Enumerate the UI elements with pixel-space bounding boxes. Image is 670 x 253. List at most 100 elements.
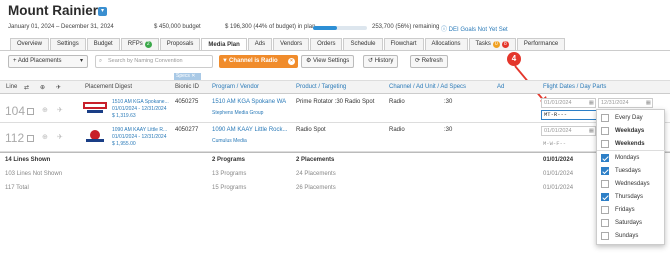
- search-input[interactable]: ⌕ Search by Naming Convention: [95, 55, 213, 68]
- tab-performance[interactable]: Performance: [516, 38, 566, 50]
- calendar-icon[interactable]: ▦: [646, 99, 652, 107]
- dayparts-option-saturdays[interactable]: Saturdays: [601, 219, 642, 227]
- placements-not-shown: 24 Placements: [296, 171, 336, 177]
- add-row-icon[interactable]: ⊕: [42, 106, 48, 114]
- col-bionic-id[interactable]: Bionic ID: [175, 84, 199, 90]
- vendor-name[interactable]: Stephens Media Group: [212, 110, 263, 116]
- calendar-icon[interactable]: ▦: [589, 99, 595, 107]
- view-settings-button[interactable]: ⚙ View Settings: [301, 55, 355, 68]
- dayparts-option-wednesdays[interactable]: Wednesdays: [601, 180, 650, 188]
- dayparts-value[interactable]: M-W-F--: [543, 140, 566, 147]
- programs-total: 15 Programs: [212, 185, 247, 191]
- tab-settings[interactable]: Settings: [50, 38, 86, 50]
- dayparts-option-thursdays[interactable]: Thursdays: [601, 193, 643, 201]
- col-placement-digest[interactable]: Placement Digest: [85, 84, 132, 90]
- add-placements-button[interactable]: + Add Placements ▾: [8, 55, 88, 68]
- plan-in-plan: $ 196,300 (44% of budget) in plan: [225, 24, 316, 30]
- caret-down-icon: ▾: [79, 58, 83, 64]
- col-channel-adunit-specs[interactable]: Channel / Ad Unit / Ad Specs: [389, 84, 466, 90]
- row-checkbox[interactable]: [27, 108, 34, 115]
- digest-amount: $ 1,319.63: [112, 113, 136, 119]
- digest-title[interactable]: 1090 AM KAAY Little R...: [112, 127, 167, 133]
- tab-budget[interactable]: Budget: [86, 38, 120, 50]
- digest-dates: 01/01/2024 - 12/31/2024: [112, 134, 167, 140]
- dayparts-option-tuesdays[interactable]: Tuesdays: [601, 167, 641, 175]
- view-settings-label: View Settings: [313, 58, 350, 64]
- dayparts-checkbox[interactable]: [601, 140, 609, 148]
- dayparts-checkbox[interactable]: [601, 154, 609, 162]
- program-name[interactable]: 1510 AM KGA Spokane WA: [212, 99, 286, 105]
- dayparts-option-mondays[interactable]: Mondays: [601, 154, 639, 162]
- tab-divider: [0, 50, 670, 51]
- plane-icon[interactable]: ✈: [57, 106, 63, 114]
- dayparts-checkbox[interactable]: [601, 219, 609, 227]
- dei-goals-label: DEI Goals Not Yet Set: [448, 27, 508, 33]
- refresh-button[interactable]: ⟳ Refresh: [410, 55, 448, 68]
- tab-label: Budget: [93, 41, 113, 47]
- tab-rfps[interactable]: RFPs 2: [120, 38, 159, 50]
- station-logo-icon: [83, 127, 107, 144]
- col-ad[interactable]: Ad: [497, 84, 504, 90]
- vendor-name[interactable]: Cumulus Media: [212, 138, 247, 144]
- dayparts-checkbox[interactable]: [601, 232, 609, 240]
- tab-label: Proposals: [166, 41, 194, 47]
- channel-value: Radio: [389, 127, 405, 133]
- dayparts-option-sundays[interactable]: Sundays: [601, 232, 638, 240]
- plane-icon[interactable]: ✈: [57, 133, 63, 141]
- specs-column-tag[interactable]: Specs ✕: [174, 73, 201, 80]
- calendar-icon[interactable]: ▦: [589, 127, 595, 135]
- program-name[interactable]: 1090 AM KAAY Little Rock...: [212, 127, 287, 133]
- channel-filter-button[interactable]: ▼ Channel is Radio ×: [219, 55, 298, 68]
- tab-orders[interactable]: Orders: [310, 38, 343, 50]
- flight-start-input[interactable]: 01/01/2024 ▦: [541, 126, 596, 136]
- tab-overview[interactable]: Overview: [10, 38, 50, 50]
- dayparts-option-weekends[interactable]: Weekends: [601, 140, 645, 148]
- specs-tag-label: Specs: [176, 73, 190, 79]
- dayparts-option-weekdays[interactable]: Weekdays: [601, 127, 644, 135]
- dayparts-checkbox[interactable]: [601, 193, 609, 201]
- col-product-targeting[interactable]: Product / Targeting: [296, 84, 346, 90]
- footer-divider: [0, 152, 670, 153]
- tab-label: Vendors: [280, 41, 303, 47]
- col-flight-dates[interactable]: Flight Dates / Day Parts: [543, 84, 606, 90]
- dayparts-checkbox[interactable]: [601, 206, 609, 214]
- dayparts-option-label: Weekdays: [615, 128, 645, 134]
- dei-goals-link[interactable]: ⓘ DEI Goals Not Yet Set: [441, 24, 508, 33]
- digest-title[interactable]: 1510 AM KGA Spokane...: [112, 99, 169, 105]
- flight-end-input[interactable]: 12/31/2024 ▦: [598, 98, 653, 108]
- dayparts-checkbox[interactable]: [601, 127, 609, 135]
- tab-allocations[interactable]: Allocations: [424, 38, 468, 50]
- dayparts-checkbox[interactable]: [601, 180, 609, 188]
- dayparts-checkbox[interactable]: [601, 167, 609, 175]
- tab-label: Ads: [254, 41, 266, 47]
- clear-filter-icon[interactable]: ×: [288, 58, 295, 65]
- title-dropdown-button[interactable]: ▾: [98, 7, 107, 16]
- dayparts-option-label: Mondays: [615, 155, 640, 161]
- dayparts-option-fridays[interactable]: Fridays: [601, 206, 635, 214]
- dayparts-input[interactable]: MT-R---: [541, 110, 597, 120]
- digest-amount: $ 1,955.00: [112, 141, 136, 147]
- tab-proposals[interactable]: Proposals: [159, 38, 201, 50]
- tab-ads[interactable]: Ads: [247, 38, 273, 50]
- dayparts-option-every-day[interactable]: Every Day: [601, 114, 643, 122]
- lines-total: 117 Total: [5, 185, 29, 191]
- pin-icon[interactable]: ✈: [56, 84, 61, 91]
- lines-shown: 14 Lines Shown: [5, 157, 51, 163]
- add-row-icon[interactable]: ⊕: [42, 133, 48, 141]
- swap-icon[interactable]: ⇄: [24, 84, 29, 91]
- dayparts-checkbox[interactable]: [601, 114, 609, 122]
- col-program-vendor[interactable]: Program / Vendor: [212, 84, 259, 90]
- expand-icon[interactable]: ⊕: [40, 84, 45, 91]
- tab-schedule[interactable]: Schedule: [343, 38, 383, 50]
- budget-progress-fill: [313, 26, 337, 30]
- tab-vendors[interactable]: Vendors: [273, 38, 310, 50]
- tab-flowchart[interactable]: Flowchart: [383, 38, 424, 50]
- plan-budget: $ 450,000 budget: [154, 24, 201, 30]
- col-line[interactable]: Line: [6, 84, 17, 90]
- history-button[interactable]: ↺ History: [363, 55, 399, 68]
- filter-icon: ▼: [222, 58, 228, 64]
- dayparts-option-label: Sundays: [615, 233, 639, 239]
- tab-tasks[interactable]: Tasks 0 8: [468, 38, 516, 50]
- flight-start-input[interactable]: 01/01/2024 ▦: [541, 98, 596, 108]
- row-checkbox[interactable]: [27, 135, 34, 142]
